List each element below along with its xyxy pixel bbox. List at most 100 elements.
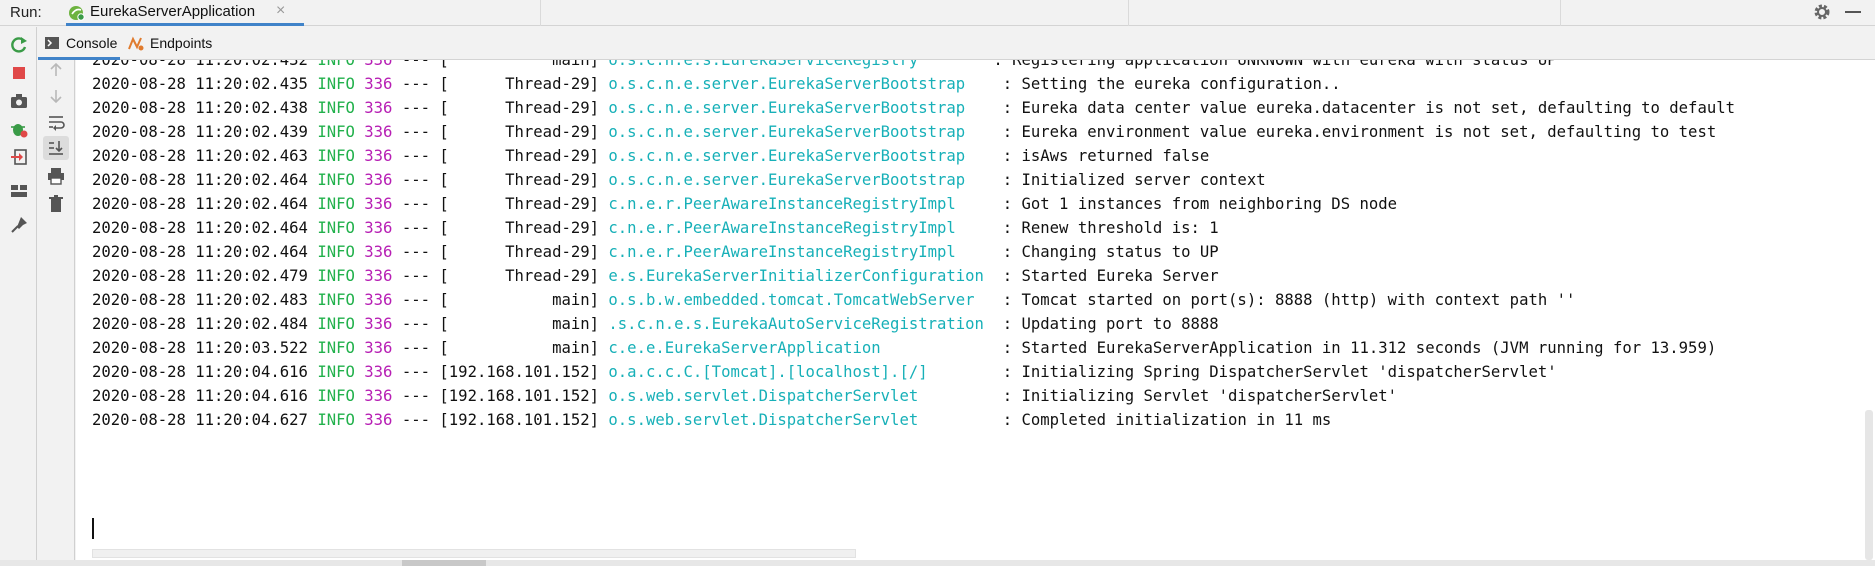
horizontal-scrollbar-track[interactable]	[0, 560, 1875, 566]
tab-endpoints[interactable]: Endpoints	[122, 27, 222, 60]
console-vertical-scrollbar[interactable]	[1865, 410, 1873, 560]
log-logger: c.n.e.r.PeerAwareInstanceRegistryImpl	[608, 219, 994, 237]
print-icon[interactable]	[46, 166, 66, 186]
log-level: INFO	[317, 99, 355, 117]
log-thread: [192.168.101.152]	[439, 387, 600, 405]
stop-icon[interactable]	[9, 63, 29, 83]
log-logger: o.s.c.n.e.server.EurekaServerBootstrap	[608, 147, 994, 165]
log-line: 2020-08-28 11:20:02.464 INFO 336 --- [ T…	[92, 216, 1219, 240]
log-level: INFO	[317, 195, 355, 213]
console-horizontal-scrollbar[interactable]	[92, 549, 856, 558]
log-line: 2020-08-28 11:20:03.522 INFO 336 --- [ m…	[92, 336, 1716, 360]
log-thread: [ Thread-29]	[439, 243, 600, 261]
log-message: : Renew threshold is: 1	[1002, 219, 1219, 237]
log-logger: o.s.web.servlet.DispatcherServlet	[608, 387, 994, 405]
camera-icon[interactable]	[9, 91, 29, 111]
log-level: INFO	[317, 243, 355, 261]
log-separator: ---	[401, 243, 431, 261]
log-timestamp: 2020-08-28 11:20:04.616	[92, 387, 308, 405]
log-pid: 336	[364, 99, 393, 117]
console-icon	[45, 37, 59, 49]
log-thread: [192.168.101.152]	[439, 363, 600, 381]
log-separator: ---	[401, 147, 431, 165]
scroll-up-icon[interactable]	[46, 60, 66, 80]
tab-console[interactable]: Console	[38, 27, 120, 60]
log-pid: 336	[364, 411, 393, 429]
log-line: 2020-08-28 11:20:04.616 INFO 336 --- [19…	[92, 360, 1557, 384]
rerun-icon[interactable]	[9, 35, 29, 55]
log-timestamp: 2020-08-28 11:20:04.616	[92, 363, 308, 381]
horizontal-scrollbar-thumb[interactable]	[402, 560, 486, 566]
clear-icon[interactable]	[46, 194, 66, 214]
log-line: 2020-08-28 11:20:02.464 INFO 336 --- [ T…	[92, 240, 1219, 264]
log-thread: [ Thread-29]	[439, 99, 600, 117]
console-output[interactable]: 2020-08-28 11:20:02.432 INFO 336 --- [ m…	[76, 60, 1875, 566]
log-thread: [ Thread-29]	[439, 267, 600, 285]
log-line: 2020-08-28 11:20:02.432 INFO 336 --- [ m…	[92, 60, 1557, 72]
close-icon[interactable]: ×	[276, 2, 285, 20]
log-timestamp: 2020-08-28 11:20:02.479	[92, 267, 308, 285]
log-timestamp: 2020-08-28 11:20:02.435	[92, 75, 308, 93]
gear-icon[interactable]	[1812, 2, 1832, 22]
log-separator: ---	[401, 339, 431, 357]
console-toolbar	[38, 60, 75, 566]
log-separator: ---	[401, 60, 431, 69]
log-message: : Tomcat started on port(s): 8888 (http)…	[1002, 291, 1576, 309]
log-message: : Eureka data center value eureka.datace…	[1002, 99, 1736, 117]
log-timestamp: 2020-08-28 11:20:02.464	[92, 171, 308, 189]
log-level: INFO	[317, 363, 355, 381]
scroll-to-end-button[interactable]	[43, 136, 69, 160]
log-line: 2020-08-28 11:20:02.484 INFO 336 --- [ m…	[92, 312, 1219, 336]
log-line: 2020-08-28 11:20:02.435 INFO 336 --- [ T…	[92, 72, 1341, 96]
log-level: INFO	[317, 339, 355, 357]
log-timestamp: 2020-08-28 11:20:02.438	[92, 99, 308, 117]
log-pid: 336	[364, 315, 393, 333]
exit-icon[interactable]	[9, 147, 29, 167]
minimize-icon[interactable]	[1845, 11, 1861, 13]
log-thread: [ main]	[439, 60, 600, 69]
log-logger: o.s.c.n.e.s.EurekaServiceRegistry	[608, 60, 984, 69]
scroll-to-end-icon	[49, 141, 63, 155]
log-level: INFO	[317, 411, 355, 429]
log-logger: o.s.b.w.embedded.tomcat.TomcatWebServer	[608, 291, 994, 309]
log-logger: o.a.c.c.C.[Tomcat].[localhost].[/]	[608, 363, 994, 381]
log-timestamp: 2020-08-28 11:20:02.464	[92, 219, 308, 237]
log-timestamp: 2020-08-28 11:20:02.463	[92, 147, 308, 165]
spring-boot-icon	[69, 6, 85, 21]
log-timestamp: 2020-08-28 11:20:02.439	[92, 123, 308, 141]
log-pid: 336	[364, 219, 393, 237]
log-thread: [ Thread-29]	[439, 147, 600, 165]
pin-icon[interactable]	[9, 215, 29, 235]
log-thread: [ Thread-29]	[439, 195, 600, 213]
log-message: : Eureka environment value eureka.enviro…	[1002, 123, 1717, 141]
log-pid: 336	[364, 123, 393, 141]
log-line: 2020-08-28 11:20:02.438 INFO 336 --- [ T…	[92, 96, 1735, 120]
soft-wrap-icon[interactable]	[46, 112, 66, 132]
debug-icon[interactable]	[9, 119, 29, 139]
log-line: 2020-08-28 11:20:04.627 INFO 336 --- [19…	[92, 408, 1331, 432]
log-message: : Setting the eureka configuration..	[1002, 75, 1341, 93]
log-line: 2020-08-28 11:20:02.463 INFO 336 --- [ T…	[92, 144, 1209, 168]
log-separator: ---	[401, 219, 431, 237]
log-separator: ---	[401, 315, 431, 333]
log-logger: c.e.e.EurekaServerApplication	[608, 339, 994, 357]
run-left-toolbar	[0, 27, 37, 566]
log-separator: ---	[401, 291, 431, 309]
log-logger: c.n.e.r.PeerAwareInstanceRegistryImpl	[608, 195, 994, 213]
layout-icon[interactable]	[9, 181, 29, 201]
log-timestamp: 2020-08-28 11:20:02.464	[92, 243, 308, 261]
log-timestamp: 2020-08-28 11:20:02.483	[92, 291, 308, 309]
scroll-down-icon[interactable]	[46, 86, 66, 106]
log-timestamp: 2020-08-28 11:20:04.627	[92, 411, 308, 429]
run-toolwindow-header: Run: EurekaServerApplication ×	[0, 0, 1875, 26]
log-line: 2020-08-28 11:20:02.479 INFO 336 --- [ T…	[92, 264, 1219, 288]
log-logger: o.s.c.n.e.server.EurekaServerBootstrap	[608, 171, 994, 189]
log-line: 2020-08-28 11:20:02.483 INFO 336 --- [ m…	[92, 288, 1575, 312]
log-message: : Changing status to UP	[1002, 243, 1219, 261]
run-config-tab[interactable]: EurekaServerApplication ×	[66, 0, 304, 26]
log-thread: [ Thread-29]	[439, 123, 600, 141]
log-level: INFO	[317, 75, 355, 93]
log-message: : Initializing Spring DispatcherServlet …	[1002, 363, 1557, 381]
log-message: : Started EurekaServerApplication in 11.…	[1002, 339, 1717, 357]
log-separator: ---	[401, 123, 431, 141]
